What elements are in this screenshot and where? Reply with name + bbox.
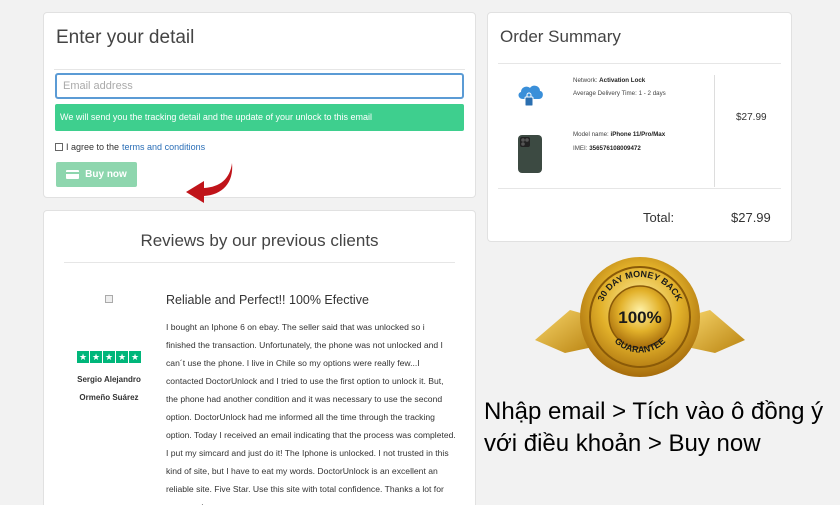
buy-now-button[interactable]: Buy now [56, 162, 137, 187]
model-info: Model name: iPhone 11/Pro/Max [573, 129, 665, 140]
delivery-label: Average Delivery Time: [573, 90, 637, 97]
divider [498, 63, 781, 64]
reviewer-name: Sergio Alejandro [77, 375, 141, 384]
terms-link[interactable]: terms and conditions [122, 142, 205, 152]
credit-card-icon [66, 170, 80, 179]
review-title: Reliable and Perfect!! 100% Efective [166, 293, 369, 307]
network-label: Network: [573, 77, 598, 84]
terms-checkbox[interactable] [55, 143, 63, 151]
star-icon: ★ [90, 351, 102, 363]
total-value: $27.99 [731, 210, 771, 225]
network-info: Network: Activation Lock [573, 75, 645, 86]
model-value: iPhone 11/Pro/Max [610, 131, 666, 138]
red-arrow-icon [186, 163, 233, 203]
badge-center-text: 100% [618, 308, 661, 327]
reviews-title: Reviews by our previous clients [140, 231, 379, 250]
detail-title: Enter your detail [56, 27, 195, 48]
review-body: I bought an Iphone 6 on ebay. The seller… [166, 322, 456, 505]
instruction-text: Nhập email > Tích vào ô đồng ý với điều … [484, 398, 824, 457]
money-back-guarantee-badge: 30 DAY MONEY BACK 100% GUARANTEE [535, 257, 745, 377]
imei-value: 356576108009472 [589, 145, 641, 152]
reviewer-avatar [105, 295, 113, 303]
reviewer-surname: Ormeño Suárez [79, 393, 139, 402]
network-value: Activation Lock [599, 77, 646, 84]
imei-info: IMEI: 356576108009472 [573, 143, 641, 154]
item-price: $27.99 [736, 112, 767, 123]
total-label: Total: [643, 210, 675, 225]
agree-label: I agree to the [66, 142, 120, 152]
star-icon: ★ [77, 351, 89, 363]
delivery-value: 1 - 2 days [638, 90, 666, 97]
star-icon: ★ [116, 351, 128, 363]
divider [64, 262, 455, 263]
divider [498, 188, 781, 189]
iphone-image-icon [518, 135, 542, 173]
star-icon: ★ [103, 351, 115, 363]
star-icon: ★ [129, 351, 141, 363]
email-notice: We will send you the tracking detail and… [55, 104, 464, 131]
divider [714, 75, 715, 187]
divider [54, 69, 465, 70]
agree-row: I agree to the terms and conditions [55, 142, 205, 152]
detail-card: Enter your detail We will send you the t… [43, 12, 476, 203]
model-label: Model name: [573, 131, 609, 138]
reviews-card: Reviews by our previous clients ★ ★ ★ ★ … [43, 210, 476, 505]
order-summary-card: Order Summary Network: Activation Lock A… [487, 12, 792, 242]
buy-now-label: Buy now [85, 169, 127, 180]
email-input[interactable] [55, 73, 464, 99]
delivery-info: Average Delivery Time: 1 - 2 days [573, 88, 666, 99]
icloud-lock-icon [518, 85, 543, 107]
imei-label: IMEI: [573, 145, 588, 152]
rating-stars: ★ ★ ★ ★ ★ [77, 351, 141, 363]
order-title: Order Summary [500, 27, 621, 46]
